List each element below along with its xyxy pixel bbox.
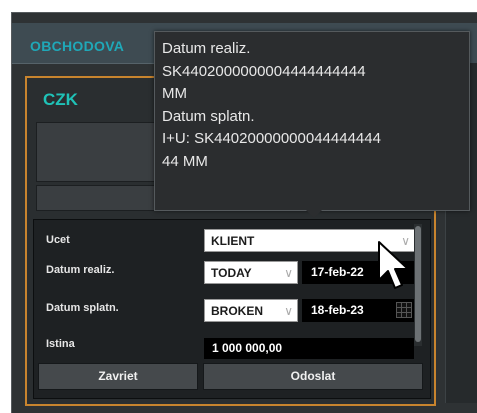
principal-value: 1 000 000,00	[212, 341, 283, 355]
value-date-label: Datum realiz.	[46, 264, 115, 276]
tooltip-line: SK4402000000004444444444	[162, 62, 366, 80]
maturity-date-type-value: BROKEN	[211, 304, 264, 318]
currency-title: CZK	[43, 90, 78, 109]
maturity-date-value: 18-feb-23	[311, 303, 364, 317]
tooltip-line: Datum realiz.	[162, 40, 251, 57]
tooltip-line: I+U: SK44020000000044444444	[162, 130, 381, 147]
window-title: OBCHODOVA	[30, 38, 125, 54]
maturity-date-label: Datum splatn.	[46, 302, 119, 314]
maturity-date-field[interactable]: 18-feb-23	[302, 299, 415, 322]
account-value: KLIENT	[211, 234, 255, 248]
tooltip-line: MM	[162, 85, 187, 102]
principal-input[interactable]: 1 000 000,00	[204, 338, 414, 359]
chevron-down-icon: ∨	[284, 304, 293, 318]
value-date-type-select[interactable]: TODAY ∨	[204, 261, 298, 284]
tooltip-arrow	[306, 210, 322, 218]
tooltip-line: Datum splatn.	[162, 107, 255, 125]
value-date-value: 17-feb-22	[311, 265, 364, 279]
secondary-tile-button[interactable]	[36, 185, 158, 211]
action-tile-button[interactable]	[36, 122, 158, 182]
maturity-date-type-select[interactable]: BROKEN ∨	[204, 299, 298, 322]
calendar-icon[interactable]	[396, 302, 412, 318]
account-label: Ucet	[46, 234, 70, 246]
chevron-down-icon: ∨	[284, 266, 293, 280]
principal-label: Istina	[46, 338, 75, 350]
tooltip-line: 44 MM	[162, 152, 208, 170]
close-button[interactable]: Zavriet	[38, 363, 198, 390]
tooltip: Datum realiz. SK4402000000004444444444 M…	[154, 31, 470, 211]
send-button[interactable]: Odoslat	[203, 363, 423, 390]
value-date-type-value: TODAY	[211, 266, 252, 280]
mouse-pointer-icon	[378, 241, 409, 289]
